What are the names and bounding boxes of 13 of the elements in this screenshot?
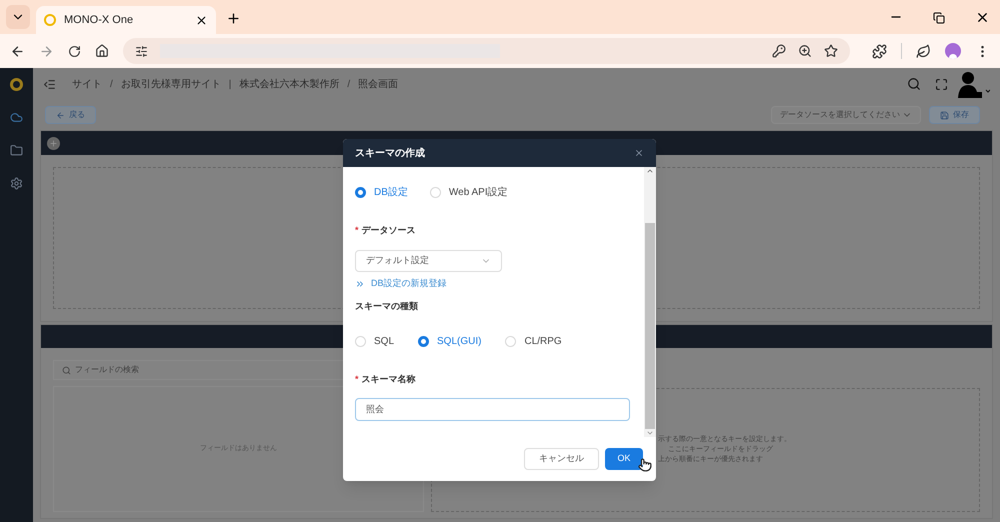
radio-label: CL/RPG [524, 334, 562, 349]
breadcrumb-separator: / [110, 78, 113, 92]
radio-label: SQL [374, 334, 394, 349]
breadcrumb-separator: / [347, 78, 350, 92]
field-label: スキーマの種類 [355, 300, 419, 314]
dialog-title: スキーマの作成 [355, 146, 426, 161]
radio-label: Web API設定 [448, 186, 508, 200]
breadcrumb-separator: | [228, 78, 232, 92]
tab-title: MONO-X One [64, 12, 134, 28]
field-label: データソース [362, 224, 416, 238]
required-mark: * [355, 224, 359, 238]
radio-label: DB設定 [374, 186, 408, 200]
radio-label: SQL(GUI) [437, 334, 482, 349]
